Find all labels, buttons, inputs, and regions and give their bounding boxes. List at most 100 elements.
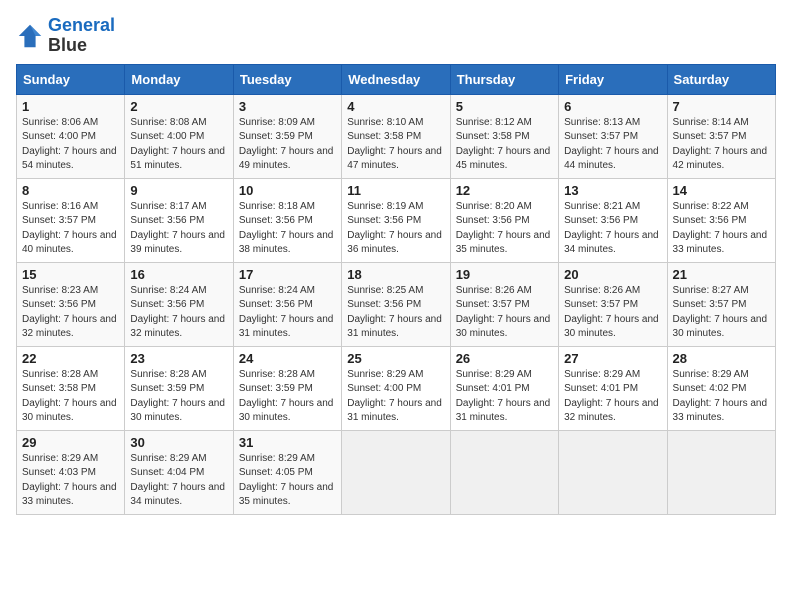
- calendar-cell: 14Sunrise: 8:22 AM Sunset: 3:56 PM Dayli…: [667, 178, 775, 262]
- day-header-sunday: Sunday: [17, 64, 125, 94]
- day-info: Sunrise: 8:29 AM Sunset: 4:01 PM Dayligh…: [564, 368, 661, 426]
- day-info: Sunrise: 8:22 AM Sunset: 3:56 PM Dayligh…: [673, 200, 770, 258]
- day-info: Sunrise: 8:25 AM Sunset: 3:56 PM Dayligh…: [347, 284, 444, 342]
- logo-icon: [16, 22, 44, 50]
- calendar-cell: 29 Sunrise: 8:29 AM Sunset: 4:03 PM Dayli…: [17, 430, 125, 514]
- calendar-cell: 26 Sunrise: 8:29 AM Sunset: 4:01 PM Dayli…: [450, 346, 558, 430]
- day-number: 4: [347, 99, 444, 114]
- day-header-friday: Friday: [559, 64, 667, 94]
- day-number: 29: [22, 435, 119, 450]
- day-info: Sunrise: 8:28 AM Sunset: 3:58 PM Dayligh…: [22, 368, 119, 426]
- day-number: 20: [564, 267, 661, 282]
- day-info: Sunrise: 8:06 AM Sunset: 4:00 PM Dayligh…: [22, 116, 119, 174]
- day-number: 6: [564, 99, 661, 114]
- day-info: Sunrise: 8:24 AM Sunset: 3:56 PM Dayligh…: [239, 284, 336, 342]
- day-header-wednesday: Wednesday: [342, 64, 450, 94]
- day-number: 28: [673, 351, 770, 366]
- logo: GeneralBlue: [16, 16, 115, 56]
- day-info: Sunrise: 8:13 AM Sunset: 3:57 PM Dayligh…: [564, 116, 661, 174]
- day-number: 27: [564, 351, 661, 366]
- day-info: Sunrise: 8:28 AM Sunset: 3:59 PM Dayligh…: [130, 368, 227, 426]
- calendar-cell: 30 Sunrise: 8:29 AM Sunset: 4:04 PM Dayli…: [125, 430, 233, 514]
- calendar-cell: 21 Sunrise: 8:27 AM Sunset: 3:57 PM Dayli…: [667, 262, 775, 346]
- calendar-cell: 18 Sunrise: 8:25 AM Sunset: 3:56 PM Dayli…: [342, 262, 450, 346]
- calendar-week-3: 15 Sunrise: 8:23 AM Sunset: 3:56 PM Dayli…: [17, 262, 776, 346]
- day-info: Sunrise: 8:12 AM Sunset: 3:58 PM Dayligh…: [456, 116, 553, 174]
- calendar-cell: 19 Sunrise: 8:26 AM Sunset: 3:57 PM Dayli…: [450, 262, 558, 346]
- day-header-tuesday: Tuesday: [233, 64, 341, 94]
- day-info: Sunrise: 8:26 AM Sunset: 3:57 PM Dayligh…: [456, 284, 553, 342]
- day-info: Sunrise: 8:24 AM Sunset: 3:56 PM Dayligh…: [130, 284, 227, 342]
- day-info: Sunrise: 8:26 AM Sunset: 3:57 PM Dayligh…: [564, 284, 661, 342]
- day-number: 23: [130, 351, 227, 366]
- calendar-cell: [342, 430, 450, 514]
- calendar-header-row: SundayMondayTuesdayWednesdayThursdayFrid…: [17, 64, 776, 94]
- day-number: 7: [673, 99, 770, 114]
- calendar-cell: 8 Sunrise: 8:16 AM Sunset: 3:57 PM Daylig…: [17, 178, 125, 262]
- day-number: 12: [456, 183, 553, 198]
- day-number: 9: [130, 183, 227, 198]
- calendar-cell: 2Sunrise: 8:08 AM Sunset: 4:00 PM Daylig…: [125, 94, 233, 178]
- calendar-cell: [667, 430, 775, 514]
- day-header-monday: Monday: [125, 64, 233, 94]
- day-number: 13: [564, 183, 661, 198]
- day-number: 31: [239, 435, 336, 450]
- calendar-cell: 31 Sunrise: 8:29 AM Sunset: 4:05 PM Dayli…: [233, 430, 341, 514]
- calendar-cell: 5 Sunrise: 8:12 AM Sunset: 3:58 PM Daylig…: [450, 94, 558, 178]
- calendar-cell: 27 Sunrise: 8:29 AM Sunset: 4:01 PM Dayli…: [559, 346, 667, 430]
- calendar-week-5: 29 Sunrise: 8:29 AM Sunset: 4:03 PM Dayli…: [17, 430, 776, 514]
- day-info: Sunrise: 8:29 AM Sunset: 4:01 PM Dayligh…: [456, 368, 553, 426]
- calendar-cell: 17 Sunrise: 8:24 AM Sunset: 3:56 PM Dayli…: [233, 262, 341, 346]
- day-number: 21: [673, 267, 770, 282]
- day-number: 25: [347, 351, 444, 366]
- logo-text: GeneralBlue: [48, 16, 115, 56]
- day-info: Sunrise: 8:08 AM Sunset: 4:00 PM Dayligh…: [130, 116, 227, 174]
- day-number: 30: [130, 435, 227, 450]
- day-number: 5: [456, 99, 553, 114]
- day-info: Sunrise: 8:23 AM Sunset: 3:56 PM Dayligh…: [22, 284, 119, 342]
- day-info: Sunrise: 8:29 AM Sunset: 4:05 PM Dayligh…: [239, 452, 336, 510]
- day-number: 15: [22, 267, 119, 282]
- day-number: 11: [347, 183, 444, 198]
- day-number: 22: [22, 351, 119, 366]
- calendar-cell: [450, 430, 558, 514]
- day-info: Sunrise: 8:20 AM Sunset: 3:56 PM Dayligh…: [456, 200, 553, 258]
- day-info: Sunrise: 8:10 AM Sunset: 3:58 PM Dayligh…: [347, 116, 444, 174]
- day-number: 18: [347, 267, 444, 282]
- calendar-table: SundayMondayTuesdayWednesdayThursdayFrid…: [16, 64, 776, 515]
- day-info: Sunrise: 8:19 AM Sunset: 3:56 PM Dayligh…: [347, 200, 444, 258]
- calendar-cell: 4 Sunrise: 8:10 AM Sunset: 3:58 PM Daylig…: [342, 94, 450, 178]
- page-header: GeneralBlue: [16, 16, 776, 56]
- calendar-cell: 3Sunrise: 8:09 AM Sunset: 3:59 PM Daylig…: [233, 94, 341, 178]
- day-number: 17: [239, 267, 336, 282]
- day-info: Sunrise: 8:17 AM Sunset: 3:56 PM Dayligh…: [130, 200, 227, 258]
- calendar-cell: [559, 430, 667, 514]
- day-number: 24: [239, 351, 336, 366]
- calendar-cell: 10Sunrise: 8:18 AM Sunset: 3:56 PM Dayli…: [233, 178, 341, 262]
- day-info: Sunrise: 8:14 AM Sunset: 3:57 PM Dayligh…: [673, 116, 770, 174]
- calendar-cell: 22 Sunrise: 8:28 AM Sunset: 3:58 PM Dayli…: [17, 346, 125, 430]
- calendar-cell: 15 Sunrise: 8:23 AM Sunset: 3:56 PM Dayli…: [17, 262, 125, 346]
- day-header-saturday: Saturday: [667, 64, 775, 94]
- day-info: Sunrise: 8:09 AM Sunset: 3:59 PM Dayligh…: [239, 116, 336, 174]
- calendar-cell: 11 Sunrise: 8:19 AM Sunset: 3:56 PM Dayli…: [342, 178, 450, 262]
- calendar-cell: 20 Sunrise: 8:26 AM Sunset: 3:57 PM Dayli…: [559, 262, 667, 346]
- calendar-cell: 9 Sunrise: 8:17 AM Sunset: 3:56 PM Daylig…: [125, 178, 233, 262]
- day-number: 8: [22, 183, 119, 198]
- calendar-week-1: 1Sunrise: 8:06 AM Sunset: 4:00 PM Daylig…: [17, 94, 776, 178]
- calendar-cell: 1Sunrise: 8:06 AM Sunset: 4:00 PM Daylig…: [17, 94, 125, 178]
- calendar-week-4: 22 Sunrise: 8:28 AM Sunset: 3:58 PM Dayli…: [17, 346, 776, 430]
- day-number: 19: [456, 267, 553, 282]
- day-info: Sunrise: 8:29 AM Sunset: 4:04 PM Dayligh…: [130, 452, 227, 510]
- day-info: Sunrise: 8:21 AM Sunset: 3:56 PM Dayligh…: [564, 200, 661, 258]
- calendar-cell: 6 Sunrise: 8:13 AM Sunset: 3:57 PM Daylig…: [559, 94, 667, 178]
- day-info: Sunrise: 8:28 AM Sunset: 3:59 PM Dayligh…: [239, 368, 336, 426]
- day-info: Sunrise: 8:29 AM Sunset: 4:02 PM Dayligh…: [673, 368, 770, 426]
- day-info: Sunrise: 8:16 AM Sunset: 3:57 PM Dayligh…: [22, 200, 119, 258]
- calendar-cell: 23 Sunrise: 8:28 AM Sunset: 3:59 PM Dayli…: [125, 346, 233, 430]
- day-number: 26: [456, 351, 553, 366]
- day-info: Sunrise: 8:27 AM Sunset: 3:57 PM Dayligh…: [673, 284, 770, 342]
- calendar-week-2: 8 Sunrise: 8:16 AM Sunset: 3:57 PM Daylig…: [17, 178, 776, 262]
- calendar-cell: 12 Sunrise: 8:20 AM Sunset: 3:56 PM Dayli…: [450, 178, 558, 262]
- day-info: Sunrise: 8:29 AM Sunset: 4:03 PM Dayligh…: [22, 452, 119, 510]
